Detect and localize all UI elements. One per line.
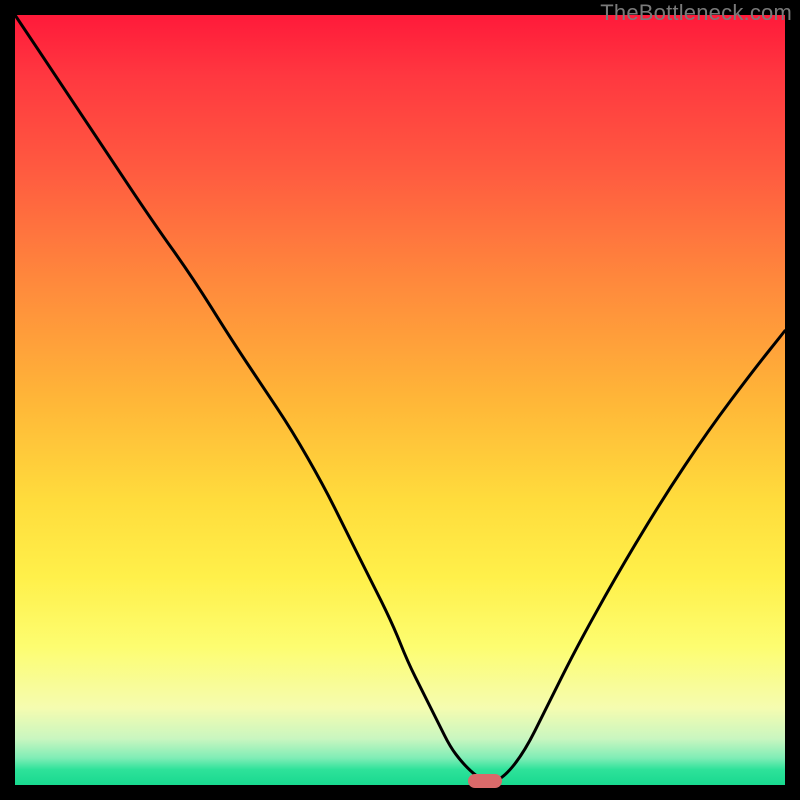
chart-frame: TheBottleneck.com [0,0,800,800]
attribution-watermark: TheBottleneck.com [600,0,792,26]
bottleneck-curve [15,15,785,785]
plot-area [15,15,785,785]
minimum-marker [468,774,502,788]
